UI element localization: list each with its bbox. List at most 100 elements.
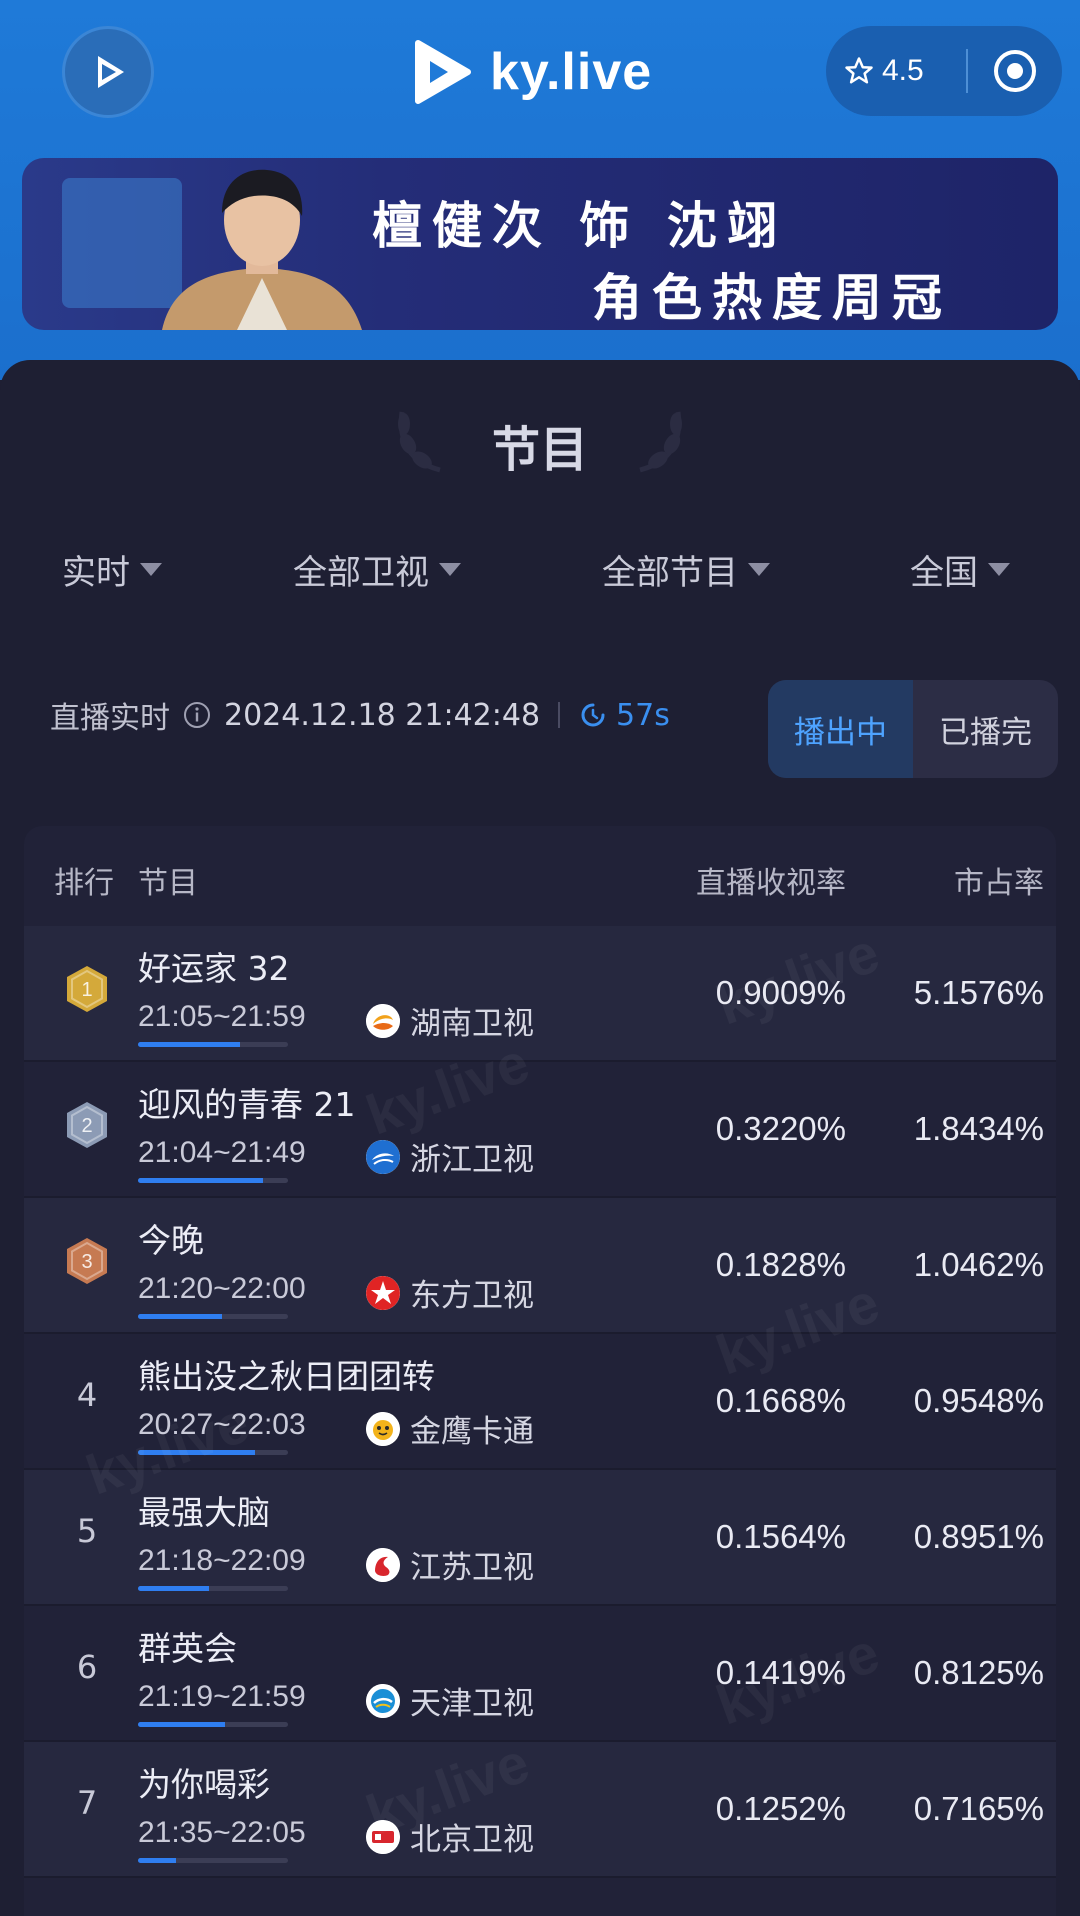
program-name: 群英会	[138, 1629, 237, 1668]
caret-down-icon	[439, 563, 461, 576]
filter-region-dropdown[interactable]: 全国	[910, 545, 1010, 594]
program-time: 21:18~22:09	[138, 1544, 306, 1577]
caret-down-icon	[988, 563, 1010, 576]
progress-fill	[138, 1178, 263, 1183]
filter-time-dropdown[interactable]: 实时	[62, 545, 162, 594]
live-rating-value: 0.1564%	[715, 1518, 846, 1555]
program-time: 20:27~22:03	[138, 1408, 306, 1441]
channel-info: 浙江卫视	[366, 1134, 534, 1179]
top-header: ky.live 4.5 檀健次 饰 沈翊 角色热度周冠	[0, 0, 1080, 380]
app-play-icon[interactable]	[62, 26, 154, 118]
header-share: 市占率	[954, 866, 1044, 901]
actor-portrait-image	[162, 169, 362, 330]
channel-name: 江苏卫视	[410, 1550, 534, 1586]
progress-fill	[138, 1858, 176, 1863]
live-status-label: 直播实时	[50, 701, 170, 736]
table-row[interactable]: 6 群英会 21:19~21:59 天津卫视 0.1419% 0.8125%	[24, 1606, 1056, 1742]
filter-label: 实时	[62, 553, 130, 593]
program-time: 21:04~21:49	[138, 1136, 306, 1169]
info-icon[interactable]	[182, 700, 212, 730]
channel-name: 东方卫视	[410, 1278, 534, 1314]
header-rank: 排行	[54, 866, 114, 901]
rating-button[interactable]: 4.5	[826, 54, 966, 88]
channel-name: 金鹰卡通	[410, 1414, 534, 1450]
header-program: 节目	[138, 866, 198, 901]
filter-channel-dropdown[interactable]: 全部卫视	[293, 545, 461, 594]
caret-down-icon	[140, 563, 162, 576]
close-target-button[interactable]	[968, 47, 1062, 95]
caret-down-icon	[748, 563, 770, 576]
target-icon	[994, 50, 1036, 92]
channel-name: 北京卫视	[410, 1822, 534, 1858]
refresh-countdown[interactable]: 57s	[578, 698, 670, 733]
status-divider	[558, 702, 561, 728]
channel-info: 东方卫视	[366, 1270, 534, 1315]
filter-program-dropdown[interactable]: 全部节目	[602, 545, 770, 594]
live-rating-value: 0.1828%	[715, 1246, 846, 1283]
table-row[interactable]: 3 今晚 21:20~22:00 东方卫视 0.1828% 1.0462%	[24, 1198, 1056, 1334]
ratings-card: 节目 实时 全部卫视 全部节目 全国 直播实时 2024.12.18 21:42…	[0, 360, 1080, 1916]
market-share-value: 0.8125%	[913, 1654, 1044, 1691]
broadcast-state-toggle: 播出中 已播完	[768, 680, 1058, 778]
live-rating-value: 0.9009%	[715, 974, 846, 1011]
broadcast-progress-bar	[138, 1450, 288, 1455]
table-row[interactable]: 1 好运家 32 21:05~21:59 湖南卫视 0.9009% 5.1576…	[24, 926, 1056, 1062]
rank-number: 3	[81, 1251, 92, 1273]
rank-number: 6	[76, 1648, 98, 1686]
kylive-logo-icon	[415, 40, 471, 104]
table-row[interactable]: 2 迎风的青春 21 21:04~21:49 浙江卫视 0.3220% 1.84…	[24, 1062, 1056, 1198]
table-header: 排行 节目 直播收视率 市占率	[24, 826, 1056, 926]
program-time: 21:20~22:00	[138, 1272, 306, 1305]
tab-finished[interactable]: 已播完	[913, 680, 1058, 778]
market-share-value: 1.0462%	[913, 1246, 1044, 1283]
program-name: 好运家 32	[138, 949, 290, 988]
program-time: 21:35~22:05	[138, 1816, 306, 1849]
rank-medal-icon: 1	[67, 966, 107, 1012]
rank-number: 5	[76, 1512, 98, 1550]
table-row[interactable]: 5 最强大脑 21:18~22:09 江苏卫视 0.1564% 0.8951%	[24, 1470, 1056, 1606]
program-name: 今晚	[138, 1221, 204, 1260]
progress-fill	[138, 1586, 209, 1591]
program-name: 熊出没之秋日团团转	[138, 1357, 435, 1396]
update-timestamp: 2024.12.18 21:42:48	[224, 697, 541, 733]
rank-medal-icon: 2	[67, 1102, 107, 1148]
header-rating: 直播收视率	[696, 866, 846, 901]
progress-fill	[138, 1042, 240, 1047]
broadcast-progress-bar	[138, 1858, 288, 1863]
live-status-row: 直播实时 2024.12.18 21:42:48 57s	[50, 690, 670, 740]
filter-label: 全部卫视	[293, 553, 429, 593]
channel-info: 江苏卫视	[366, 1542, 534, 1587]
table-row[interactable]: 7 为你喝彩 21:35~22:05 北京卫视 0.1252% 0.7165%	[24, 1742, 1056, 1878]
channel-logo-icon	[366, 1819, 400, 1854]
channel-logo-icon	[366, 1411, 400, 1446]
brand-name: ky.live	[490, 43, 653, 101]
rank-medal-icon: 3	[67, 1238, 107, 1284]
banner-headline: 檀健次 饰 沈翊	[372, 197, 787, 255]
rank-number: 2	[81, 1115, 92, 1137]
market-share-value: 5.1576%	[913, 974, 1044, 1011]
countdown-value: 57s	[616, 697, 670, 733]
broadcast-progress-bar	[138, 1314, 288, 1319]
market-share-value: 1.8434%	[913, 1110, 1044, 1147]
channel-name: 浙江卫视	[410, 1142, 534, 1178]
channel-info: 湖南卫视	[366, 998, 534, 1043]
table-row[interactable]: 4 熊出没之秋日团团转 20:27~22:03 金鹰卡通 0.1668% 0.9…	[24, 1334, 1056, 1470]
channel-logo-icon	[366, 1139, 400, 1174]
star-icon	[845, 57, 873, 84]
channel-name: 湖南卫视	[410, 1006, 534, 1042]
broadcast-progress-bar	[138, 1722, 288, 1727]
tab-on-air[interactable]: 播出中	[768, 680, 913, 778]
channel-info: 北京卫视	[366, 1814, 534, 1859]
promo-banner[interactable]: 檀健次 饰 沈翊 角色热度周冠	[22, 158, 1058, 330]
filter-bar: 实时 全部卫视 全部节目 全国	[0, 545, 1080, 605]
program-time: 21:19~21:59	[138, 1680, 306, 1713]
broadcast-progress-bar	[138, 1586, 288, 1591]
section-title: 节目	[491, 422, 588, 478]
progress-fill	[138, 1314, 222, 1319]
broadcast-progress-bar	[138, 1178, 288, 1183]
rank-number: 7	[76, 1784, 98, 1822]
rating-value: 4.5	[882, 54, 924, 87]
banner-subline: 角色热度周冠	[592, 269, 952, 327]
channel-logo-icon	[366, 1003, 400, 1038]
live-rating-value: 0.1419%	[715, 1654, 846, 1691]
